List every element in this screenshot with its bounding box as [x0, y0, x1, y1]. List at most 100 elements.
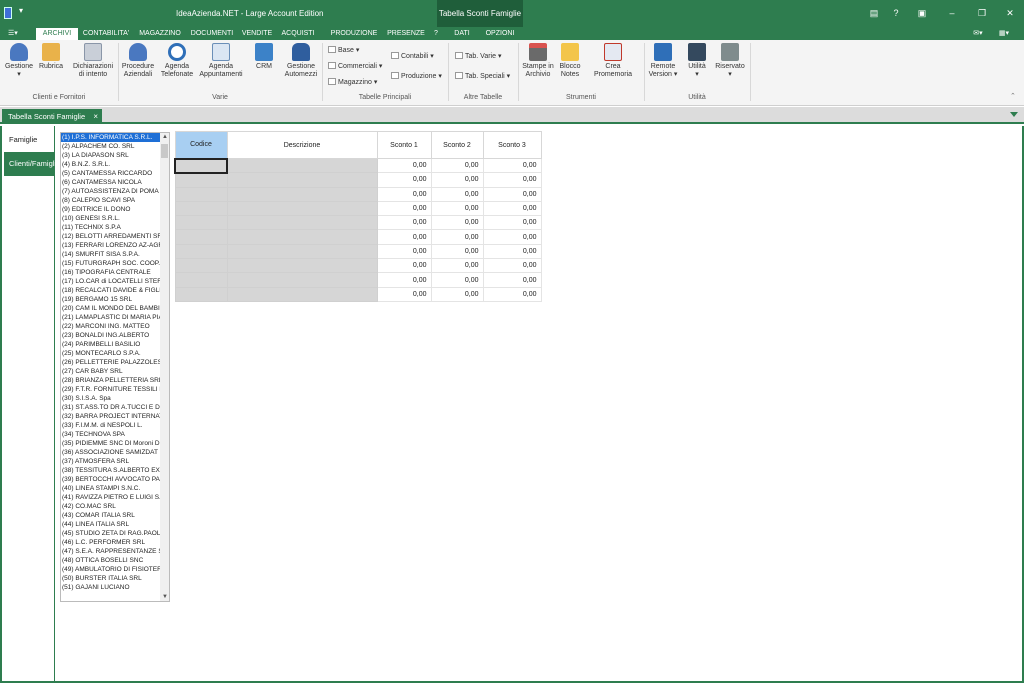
scroll-down-icon[interactable]: ▼ — [162, 594, 168, 600]
grid-cell-sconto-3[interactable]: 0,00 — [482, 286, 542, 302]
grid-cell-sconto-3[interactable]: 0,00 — [482, 229, 542, 245]
client-list-item[interactable]: (34) TECHNOVA SPA — [61, 430, 161, 439]
grid-cell-sconto-1[interactable]: 0,00 — [376, 200, 432, 217]
grid-cell-sconto-2[interactable]: 0,00 — [430, 286, 484, 302]
column-header-sconto-1[interactable]: Sconto 1 — [376, 131, 432, 159]
table-row[interactable]: 0,00 0,00 0,00 — [174, 186, 542, 202]
gestione-automezzi-button[interactable]: Gestione Automezzi — [284, 43, 318, 79]
client-list-item[interactable]: (14) SMURFIT SISA S.P.A. — [61, 250, 161, 259]
column-header-sconto-2[interactable]: Sconto 2 — [430, 131, 484, 159]
grid-cell-sconto-2[interactable]: 0,00 — [430, 157, 484, 174]
table-row[interactable]: 0,00 0,00 0,00 — [174, 243, 542, 260]
client-list-item[interactable]: (5) CANTAMESSA RICCARDO — [61, 169, 161, 178]
client-list-item[interactable]: (48) OTTICA BOSELLI SNC — [61, 556, 161, 565]
agenda-appuntamenti-button[interactable]: Agenda Appuntamenti — [198, 43, 244, 79]
grid-cell-sconto-2[interactable]: 0,00 — [430, 172, 484, 188]
client-list-item[interactable]: (15) FUTURGRAPH SOC. COOP. A — [61, 259, 161, 268]
help-button[interactable]: ? — [890, 7, 902, 19]
grid-cell-sconto-2[interactable]: 0,00 — [430, 215, 484, 231]
grid-cell-codice[interactable] — [174, 243, 228, 260]
grid-cell-sconto-2[interactable]: 0,00 — [430, 229, 484, 245]
client-list-item[interactable]: (38) TESSITURA S.ALBERTO EXPO — [61, 466, 161, 475]
close-icon[interactable]: ✕ — [1004, 7, 1016, 19]
client-list-item[interactable]: (26) PELLETTERIE PALAZZOLESI S — [61, 358, 161, 367]
column-header-descrizione[interactable]: Descrizione — [226, 131, 378, 159]
table-row[interactable]: 0,00 0,00 0,00 — [174, 272, 542, 288]
layout-icon[interactable]: ▦▾ — [996, 29, 1012, 38]
tab-speciali-button[interactable]: Tab. Speciali ▾ — [455, 72, 510, 80]
document-icon[interactable]: ▤ — [868, 7, 880, 19]
minimize-icon[interactable]: – — [946, 7, 958, 19]
dichiarazioni-intento-button[interactable]: Dichiarazioni di intento — [70, 43, 116, 79]
grid-cell-descrizione[interactable] — [226, 215, 378, 231]
agenda-telefonate-button[interactable]: Agenda Telefonate — [160, 43, 194, 79]
client-list-item[interactable]: (37) ATMOSFERA SRL — [61, 457, 161, 466]
client-list-item[interactable]: (33) F.I.M.M. di NESPOLI L. — [61, 421, 161, 430]
client-list-item[interactable]: (36) ASSOCIAZIONE SAMIZDAT — [61, 448, 161, 457]
table-row[interactable]: 0,00 0,00 0,00 — [174, 229, 542, 245]
grid-cell-codice[interactable] — [174, 229, 228, 245]
nav-clienti-famiglie[interactable]: Clienti/Famiglie — [4, 152, 60, 176]
grid-cell-sconto-3[interactable]: 0,00 — [482, 215, 542, 231]
client-list-item[interactable]: (6) CANTAMESSA NICOLA — [61, 178, 161, 187]
client-list-item[interactable]: (9) EDITRICE IL DONO — [61, 205, 161, 214]
grid-cell-sconto-2[interactable]: 0,00 — [430, 186, 484, 202]
tab-opzioni[interactable]: OPZIONI — [482, 28, 518, 40]
grid-cell-sconto-1[interactable]: 0,00 — [376, 186, 432, 202]
client-list-item[interactable]: (12) BELOTTI ARREDAMENTI SRL — [61, 232, 161, 241]
tab-vendite[interactable]: VENDITE — [239, 28, 275, 40]
client-list-item[interactable]: (11) TECHNIX S.P.A — [61, 223, 161, 232]
grid-cell-sconto-1[interactable]: 0,00 — [376, 157, 432, 174]
client-list-item[interactable]: (21) LAMAPLASTIC DI MARIA PIA — [61, 313, 161, 322]
tab-produzione[interactable]: PRODUZIONE — [328, 28, 380, 40]
grid-cell-sconto-3[interactable]: 0,00 — [482, 272, 542, 288]
client-list-item[interactable]: (25) MONTECARLO S.P.A. — [61, 349, 161, 358]
magazzino-button[interactable]: Magazzino ▾ — [328, 78, 377, 86]
table-row[interactable]: 0,00 0,00 0,00 — [174, 215, 542, 231]
crm-button[interactable]: CRM — [252, 43, 276, 71]
client-list-item[interactable]: (51) GAJANI LUCIANO — [61, 583, 161, 592]
produzione-button[interactable]: Produzione ▾ — [391, 72, 442, 80]
table-row[interactable]: 0,00 0,00 0,00 — [174, 286, 542, 302]
client-list-item[interactable]: (50) BURSTER ITALIA SRL — [61, 574, 161, 583]
client-list-item[interactable]: (30) S.I.S.A. Spa — [61, 394, 161, 403]
nav-famiglie[interactable]: Famiglie — [4, 128, 55, 152]
table-row[interactable]: 0,00 0,00 0,00 — [174, 200, 542, 217]
grid-cell-descrizione[interactable] — [226, 272, 378, 288]
client-list-item[interactable]: (19) BERGAMO 15 SRL — [61, 295, 161, 304]
grid-cell-sconto-1[interactable]: 0,00 — [376, 286, 432, 302]
grid-cell-sconto-3[interactable]: 0,00 — [482, 243, 542, 260]
tab-acquisti[interactable]: ACQUISTI — [279, 28, 317, 40]
client-list-item[interactable]: (43) COMAR ITALIA SRL — [61, 511, 161, 520]
grid-cell-sconto-2[interactable]: 0,00 — [430, 258, 484, 274]
stampe-archivio-button[interactable]: Stampe in Archivio — [522, 43, 554, 79]
table-row[interactable]: 0,00 0,00 0,00 — [174, 258, 542, 274]
client-list-item[interactable]: (49) AMBULATORIO DI FISIOTER — [61, 565, 161, 574]
grid-cell-sconto-1[interactable]: 0,00 — [376, 229, 432, 245]
grid-cell-descrizione[interactable] — [226, 172, 378, 188]
tab-menu-dropdown-icon[interactable] — [1010, 112, 1018, 117]
client-list-item[interactable]: (46) L.C. PERFORMER SRL — [61, 538, 161, 547]
grid-cell-sconto-1[interactable]: 0,00 — [376, 272, 432, 288]
client-list-scrollbar[interactable]: ▲ ▼ — [160, 133, 169, 601]
client-list-item[interactable]: (45) STUDIO ZETA DI RAG.PAOLA — [61, 529, 161, 538]
client-list-item[interactable]: (28) BRIANZA PELLETTERIA SRL — [61, 376, 161, 385]
client-list-item[interactable]: (47) S.E.A. RAPPRESENTANZE SN — [61, 547, 161, 556]
grid-cell-codice[interactable] — [174, 258, 228, 274]
grid-cell-codice[interactable] — [174, 172, 228, 188]
grid-cell-codice[interactable] — [174, 200, 228, 217]
column-header-sconto-3[interactable]: Sconto 3 — [482, 131, 542, 159]
client-list-item[interactable]: (29) F.T.R. FORNITURE TESSILI F — [61, 385, 161, 394]
quick-access-dropdown-icon[interactable]: ▾ — [19, 6, 23, 15]
grid-cell-sconto-1[interactable]: 0,00 — [376, 215, 432, 231]
file-menu-icon[interactable]: ☰▾ — [8, 29, 24, 38]
tab-archivi[interactable]: ARCHIVI — [36, 28, 78, 40]
scroll-up-icon[interactable]: ▲ — [162, 134, 168, 140]
client-list-item[interactable]: (20) CAM IL MONDO DEL BAMBIN — [61, 304, 161, 313]
blocco-notes-button[interactable]: Blocco Notes — [558, 43, 582, 79]
client-list-item[interactable]: (17) LO.CAR di LOCATELLI STEFA — [61, 277, 161, 286]
grid-cell-descrizione[interactable] — [226, 157, 378, 174]
client-list-item[interactable]: (44) LINEA ITALIA SRL — [61, 520, 161, 529]
client-list-item[interactable]: (23) BONALDI ING.ALBERTO — [61, 331, 161, 340]
grid-cell-sconto-3[interactable]: 0,00 — [482, 172, 542, 188]
